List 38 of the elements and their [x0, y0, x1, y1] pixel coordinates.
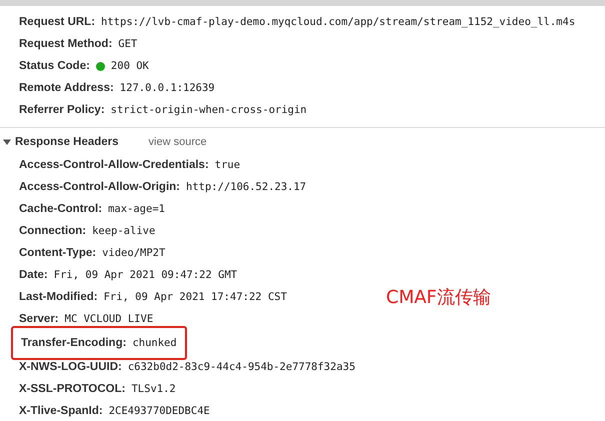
header-name: Referrer Policy: [19, 104, 105, 116]
header-name: Connection: [19, 225, 86, 237]
header-value: max-age=1 [108, 203, 165, 215]
triangle-icon[interactable] [3, 138, 11, 146]
section-title[interactable]: Response Headers [15, 136, 119, 148]
header-name: Access-Control-Allow-Credentials: [19, 159, 209, 171]
header-value: c632b0d2-83c9-44c4-954b-2e7778f32a35 [128, 361, 356, 373]
header-value: video/MP2T [102, 247, 166, 259]
header-name: Status Code: [19, 60, 90, 72]
header-value: 127.0.0.1:12639 [120, 82, 215, 94]
header-value: Fri, 09 Apr 2021 17:47:22 CST [104, 291, 287, 303]
header-name: Request Method: [19, 38, 112, 50]
header-value: strict-origin-when-cross-origin [110, 104, 307, 116]
header-value: https://lvb-cmaf-play-demo.myqcloud.com/app/stream/stream_1152_video_ll.m4s [101, 16, 576, 28]
header-name: Access-Control-Allow-Origin: [19, 181, 180, 193]
header-name: Content-Type: [19, 247, 96, 259]
header-name: Date: [19, 269, 48, 281]
header-name: Transfer-Encoding: [21, 337, 126, 349]
annotation-text: CMAF流传输 [386, 286, 491, 309]
header-value: http://106.52.23.17 [186, 181, 306, 193]
header-name: Request URL: [19, 16, 96, 28]
header-name: Last-Modified: [19, 291, 98, 303]
header-name: X-NWS-LOG-UUID: [19, 361, 122, 373]
header-value: MC VCLOUD LIVE [64, 313, 154, 325]
header-value: 2CE493770DEDBC4E [108, 405, 210, 417]
header-value: chunked [132, 337, 177, 349]
header-name: X-Tlive-SpanId: [19, 405, 103, 417]
header-value: keep-alive [92, 225, 156, 237]
header-value: GET [118, 38, 138, 50]
header-value: true [214, 159, 240, 171]
header-value: TLSv1.2 [131, 383, 176, 395]
view-source-link[interactable]: view source [148, 136, 207, 148]
header-name: X-SSL-PROTOCOL: [19, 383, 126, 395]
header-name: Remote Address: [19, 82, 114, 94]
header-value: Fri, 09 Apr 2021 09:47:22 GMT [54, 269, 238, 281]
header-name: Server: [19, 313, 59, 325]
header-name: Cache-Control: [19, 203, 102, 215]
header-value: 200 OK [110, 60, 149, 72]
